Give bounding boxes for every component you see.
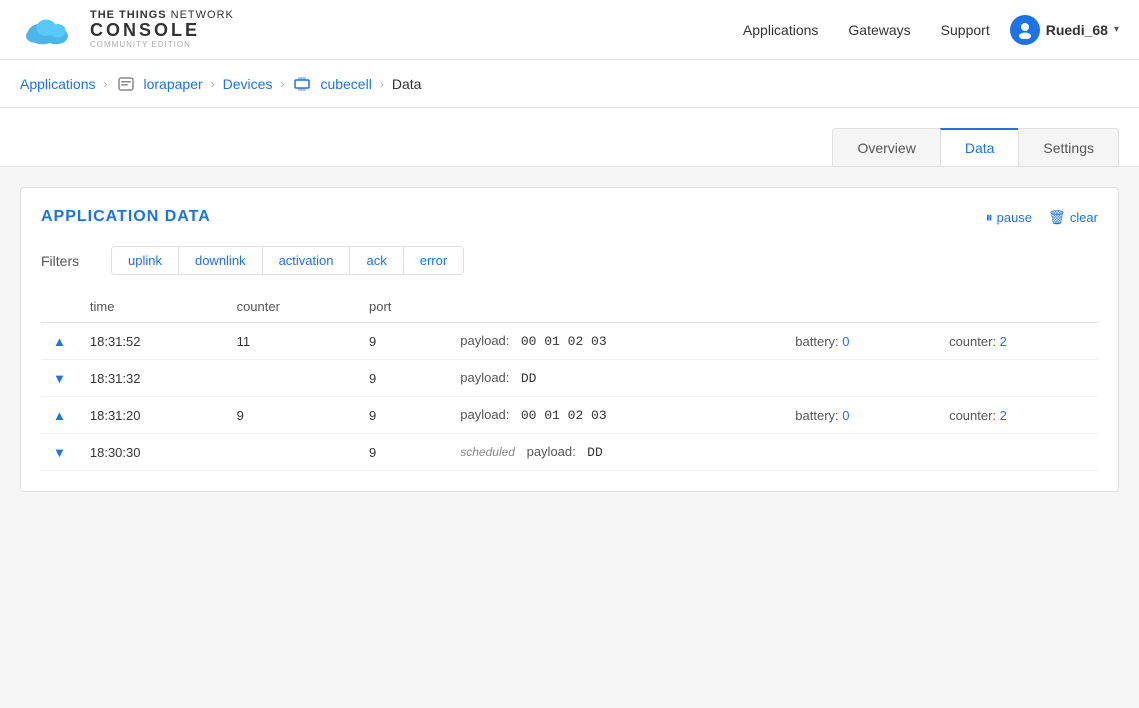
breadcrumb-applications[interactable]: Applications: [20, 76, 96, 92]
payload-cell: payload: 00 01 02 03: [448, 397, 783, 434]
breadcrumb-sep-1: ›: [104, 77, 108, 91]
filters-row: Filters uplink downlink activation ack e…: [41, 246, 1098, 275]
panel-header: APPLICATION DATA ⏸ pause 🗑 clear: [41, 208, 1098, 226]
meta-battery: battery: 0: [783, 323, 937, 360]
tab-data[interactable]: Data: [940, 128, 1020, 166]
col-port: port: [357, 291, 448, 323]
port-cell: 9: [357, 323, 448, 360]
username: Ruedi_68: [1046, 22, 1108, 38]
logo-icon: [20, 10, 80, 50]
meta-empty-2: [937, 434, 1098, 471]
lorapaper-icon: [116, 74, 136, 94]
filter-downlink[interactable]: downlink: [179, 247, 263, 274]
table-row: 18:31:32 9 payload: DD: [41, 360, 1098, 397]
direction-cell: [41, 434, 78, 471]
pause-button[interactable]: ⏸ pause: [986, 209, 1032, 226]
tabs-bar: Overview Data Settings: [0, 108, 1139, 167]
breadcrumb-data: Data: [392, 76, 422, 92]
filter-ack[interactable]: ack: [350, 247, 403, 274]
meta-counter: counter: 2: [937, 323, 1098, 360]
table-row: 18:31:52 11 9 payload: 00 01 02 03 batte…: [41, 323, 1098, 360]
chevron-down-icon: ▾: [1114, 24, 1119, 35]
counter-cell: [225, 360, 357, 397]
table-row: 18:31:20 9 9 payload: 00 01 02 03 batter…: [41, 397, 1098, 434]
nav-applications[interactable]: Applications: [743, 22, 819, 38]
counter-cell: [225, 434, 357, 471]
filter-error[interactable]: error: [404, 247, 463, 274]
time-cell: 18:31:20: [78, 397, 225, 434]
pause-label: pause: [997, 210, 1032, 225]
counter-cell: 11: [225, 323, 357, 360]
tab-overview[interactable]: Overview: [832, 128, 940, 166]
col-counter: counter: [225, 291, 357, 323]
breadcrumb-sep-2: ›: [211, 77, 215, 91]
meta-battery: battery: 0: [783, 397, 937, 434]
col-direction: [41, 291, 78, 323]
scheduled-tag: scheduled: [460, 445, 515, 459]
arrow-up-icon: [53, 408, 66, 423]
nav-gateways[interactable]: Gateways: [848, 22, 910, 38]
meta-empty-1: [783, 434, 937, 471]
header: THE THINGS NETWORK CONSOLE COMMUNITY EDI…: [0, 0, 1139, 60]
port-cell: 9: [357, 434, 448, 471]
app-data-panel: APPLICATION DATA ⏸ pause 🗑 clear Filters…: [20, 187, 1119, 492]
clear-button[interactable]: 🗑 clear: [1048, 209, 1098, 226]
arrow-up-icon: [53, 334, 66, 349]
time-cell: 18:31:52: [78, 323, 225, 360]
col-time: time: [78, 291, 225, 323]
breadcrumb: Applications › lorapaper › Devices › cub…: [0, 60, 1139, 108]
main-content: APPLICATION DATA ⏸ pause 🗑 clear Filters…: [0, 167, 1139, 708]
panel-title: APPLICATION DATA: [41, 208, 211, 226]
avatar: [1010, 15, 1040, 45]
filter-pills: uplink downlink activation ack error: [111, 246, 464, 275]
payload-cell: scheduled payload: DD: [448, 434, 783, 471]
user-menu[interactable]: Ruedi_68 ▾: [1010, 15, 1119, 45]
direction-cell: [41, 397, 78, 434]
direction-cell: [41, 360, 78, 397]
arrow-down-icon: [53, 371, 66, 386]
time-cell: 18:30:30: [78, 434, 225, 471]
meta-empty-1: [783, 360, 937, 397]
port-cell: 9: [357, 360, 448, 397]
counter-cell: 9: [225, 397, 357, 434]
trash-icon: 🗑: [1048, 209, 1066, 226]
table-row: 18:30:30 9 scheduled payload: DD: [41, 434, 1098, 471]
tab-group: Overview Data Settings: [833, 128, 1119, 166]
time-cell: 18:31:32: [78, 360, 225, 397]
breadcrumb-sep-4: ›: [380, 77, 384, 91]
logo-area: THE THINGS NETWORK CONSOLE COMMUNITY EDI…: [20, 9, 234, 50]
clear-label: clear: [1070, 210, 1098, 225]
payload-cell: payload: 00 01 02 03: [448, 323, 783, 360]
cubecell-icon: [292, 74, 312, 94]
direction-cell: [41, 323, 78, 360]
nav-support[interactable]: Support: [941, 22, 990, 38]
filter-activation[interactable]: activation: [263, 247, 351, 274]
pause-icon: ⏸: [986, 209, 993, 226]
filter-uplink[interactable]: uplink: [112, 247, 179, 274]
logo-console-label: CONSOLE: [90, 21, 234, 41]
table-header-row: time counter port: [41, 291, 1098, 323]
meta-counter: counter: 2: [937, 397, 1098, 434]
logo-text: THE THINGS NETWORK CONSOLE COMMUNITY EDI…: [90, 9, 234, 50]
tab-settings[interactable]: Settings: [1018, 128, 1119, 166]
arrow-down-icon: [53, 445, 66, 460]
data-table: time counter port 18:31:52 11 9 payload:…: [41, 291, 1098, 471]
meta-empty-2: [937, 360, 1098, 397]
breadcrumb-devices[interactable]: Devices: [223, 76, 273, 92]
breadcrumb-cubecell[interactable]: cubecell: [320, 76, 371, 92]
logo-edition-label: COMMUNITY EDITION: [90, 41, 234, 50]
port-cell: 9: [357, 397, 448, 434]
panel-actions: ⏸ pause 🗑 clear: [986, 209, 1098, 226]
main-nav: Applications Gateways Support: [743, 22, 990, 38]
filters-label: Filters: [41, 253, 91, 269]
col-data: [448, 291, 1098, 323]
payload-cell: payload: DD: [448, 360, 783, 397]
breadcrumb-lorapaper[interactable]: lorapaper: [144, 76, 203, 92]
breadcrumb-sep-3: ›: [280, 77, 284, 91]
